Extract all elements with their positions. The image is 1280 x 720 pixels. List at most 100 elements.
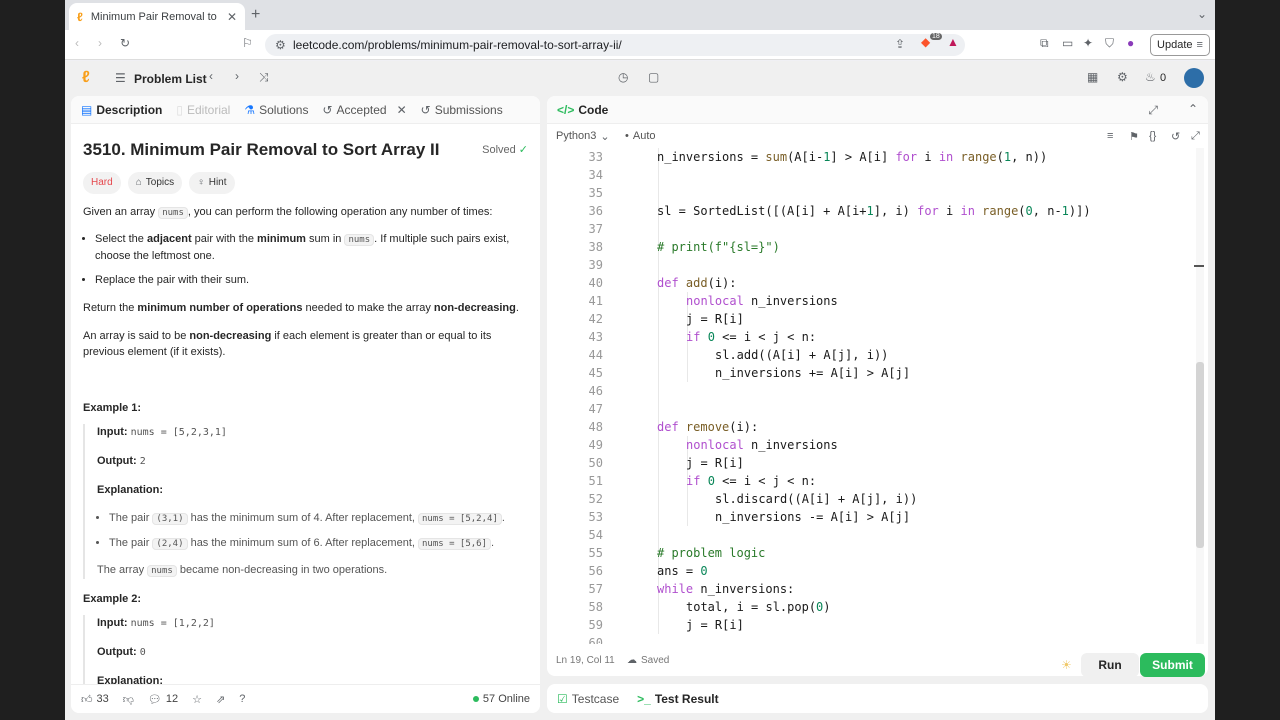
line-number: 48 [588, 420, 603, 434]
braces-icon[interactable]: {} [1149, 130, 1156, 142]
code-line[interactable]: 51 if 0 <= i < j < n: [547, 472, 1197, 490]
code-line[interactable]: 50 j = R[i] [547, 454, 1197, 472]
brave-shields-icon[interactable]: ◆ [921, 35, 930, 49]
code-line[interactable]: 60 [547, 634, 1197, 644]
scrollbar-thumb[interactable] [1196, 362, 1204, 548]
code-line[interactable]: 47 [547, 400, 1197, 418]
bookmark-icon[interactable]: ⚐ [242, 36, 253, 50]
line-number: 58 [588, 600, 603, 614]
auto-mode[interactable]: • Auto [625, 130, 656, 142]
code-line[interactable]: 58 total, i = sl.pop(0) [547, 598, 1197, 616]
like-button[interactable]: 👍︎ 33 [81, 693, 109, 706]
code-line[interactable]: 44 sl.add((A[i] + A[j], i)) [547, 346, 1197, 364]
close-tab-icon[interactable]: ✕ [227, 10, 237, 24]
code-line[interactable]: 41 nonlocal n_inversions [547, 292, 1197, 310]
help-icon[interactable]: ? [239, 693, 245, 705]
maximize-icon[interactable]: ⤢ [1148, 103, 1158, 118]
code-line[interactable]: 55 # problem logic [547, 544, 1197, 562]
avatar[interactable] [1184, 68, 1204, 88]
code-line[interactable]: 43 if 0 <= i < j < n: [547, 328, 1197, 346]
line-number: 60 [588, 636, 603, 644]
run-button[interactable]: Run [1081, 653, 1139, 677]
line-number: 36 [588, 204, 603, 218]
tab-testcase[interactable]: ☑ Testcase [557, 692, 619, 706]
bookmark-icon[interactable]: ⚑ [1129, 130, 1139, 143]
browser-tab[interactable]: ℓ Minimum Pair Removal to Sor ✕ [69, 3, 245, 30]
settings-icon[interactable]: ⚙ [1117, 70, 1128, 84]
star-icon[interactable]: ☆ [192, 693, 202, 706]
share-icon[interactable]: ⇪ [895, 37, 905, 51]
code-line[interactable]: 56 ans = 0 [547, 562, 1197, 580]
notes-icon[interactable]: ▢ [648, 70, 659, 84]
extensions-icon[interactable]: ⧉ [1040, 36, 1049, 51]
code-line[interactable]: 46 [547, 382, 1197, 400]
next-problem-icon[interactable]: › [235, 69, 239, 83]
code-line[interactable]: 34 [547, 166, 1197, 184]
layout-icon[interactable]: ▦ [1087, 70, 1098, 84]
close-tab-accepted-icon[interactable]: ✕ [397, 103, 407, 117]
tab-code[interactable]: </> Code [557, 103, 608, 117]
shuffle-icon[interactable]: ⤨ [259, 70, 269, 85]
tab-accepted[interactable]: ↺ Accepted ✕ [322, 103, 406, 117]
solved-status: Solved [482, 144, 516, 156]
code-line[interactable]: 36 sl = SortedList([(A[i] + A[i+1], i) fo… [547, 202, 1197, 220]
code-line[interactable]: 35 [547, 184, 1197, 202]
code-line[interactable]: 49 nonlocal n_inversions [547, 436, 1197, 454]
forward-icon[interactable]: › [98, 36, 102, 50]
hint-chip[interactable]: ♀ Hint [189, 172, 235, 194]
code-line[interactable]: 59 j = R[i] [547, 616, 1197, 634]
thumbs-down-icon[interactable]: 👎︎ [123, 693, 134, 706]
tab-submissions[interactable]: ↺ Submissions [421, 103, 503, 117]
leetcode-logo-icon[interactable]: ℓ [82, 69, 90, 87]
code-line[interactable]: 37 [547, 220, 1197, 238]
language-select[interactable]: Python3 ⌄ [556, 130, 610, 143]
code-line[interactable]: 33 n_inversions = sum(A[i-1] > A[i] for i… [547, 148, 1197, 166]
new-tab-icon[interactable]: + [251, 6, 260, 24]
tab-description[interactable]: ▤ Description [81, 103, 162, 117]
code-line[interactable]: 52 sl.discard((A[i] + A[j], i)) [547, 490, 1197, 508]
code-line[interactable]: 53 n_inversions -= A[i] > A[j] [547, 508, 1197, 526]
back-icon[interactable]: ‹ [75, 36, 79, 50]
url-field[interactable]: ⚙ leetcode.com/problems/minimum-pair-rem… [265, 34, 965, 56]
tab-editorial[interactable]: ▯ Editorial [176, 103, 230, 117]
collapse-icon[interactable]: ⌃ [1188, 102, 1198, 116]
code-line[interactable]: 39 [547, 256, 1197, 274]
code-line[interactable]: 45 n_inversions += A[i] > A[j] [547, 364, 1197, 382]
code-line[interactable]: 57 while n_inversions: [547, 580, 1197, 598]
timer-icon[interactable]: ◷ [618, 70, 628, 84]
problem-list-link[interactable]: Problem List [134, 72, 207, 86]
code-line[interactable]: 54 [547, 526, 1197, 544]
fullscreen-icon[interactable]: ⤢ [1191, 130, 1200, 143]
code-editor[interactable]: 33 n_inversions = sum(A[i-1] > A[i] for i… [547, 148, 1208, 644]
comments-button[interactable]: 💬︎ 12 [148, 693, 178, 706]
topics-chip[interactable]: ⌂ Topics [127, 172, 183, 194]
submit-button[interactable]: Submit [1140, 653, 1205, 677]
update-button[interactable]: Update ≡ [1150, 34, 1210, 56]
code-panel-header: </> Code ⤢ ⌃ [547, 96, 1208, 124]
profile-icon[interactable]: ● [1127, 36, 1134, 50]
code-line[interactable]: 40 def add(i): [547, 274, 1197, 292]
code-line[interactable]: 42 j = R[i] [547, 310, 1197, 328]
problem-title[interactable]: 3510. Minimum Pair Removal to Sort Array… [83, 138, 440, 162]
prev-problem-icon[interactable]: ‹ [209, 69, 213, 83]
format-icon[interactable]: ≡ [1107, 130, 1113, 142]
vpn-icon[interactable]: ⛉ [1105, 36, 1114, 51]
streak-fire-icon[interactable]: ♨ [1145, 70, 1156, 84]
reload-icon[interactable]: ↻ [120, 36, 130, 50]
example-2-input: nums = [1,2,2] [130, 618, 215, 629]
tab-test-result[interactable]: >_ Test Result [637, 692, 718, 706]
code-line[interactable]: 48 def remove(i): [547, 418, 1197, 436]
leo-ai-icon[interactable]: ✦ [1083, 36, 1093, 50]
brave-rewards-icon[interactable]: ▲ [947, 35, 959, 49]
site-info-icon[interactable]: ⚙ [275, 38, 286, 52]
tab-solutions[interactable]: ⚗ Solutions [244, 103, 308, 117]
reset-icon[interactable]: ↺ [1171, 130, 1180, 143]
description-panel: ▤ Description ▯ Editorial ⚗ Solutions ↺ Acce… [71, 96, 540, 713]
desc-paragraph-2: Return the minimum number of operations … [83, 302, 519, 314]
code-line[interactable]: 38 # print(f"{sl=}") [547, 238, 1197, 256]
lightbulb-icon[interactable]: ☀ [1061, 658, 1072, 672]
tab-search-chevron-icon[interactable]: ⌄ [1197, 7, 1207, 21]
line-number: 54 [588, 528, 603, 542]
wallet-icon[interactable]: ▭ [1062, 36, 1073, 50]
share-icon[interactable]: ⇗ [216, 693, 225, 706]
